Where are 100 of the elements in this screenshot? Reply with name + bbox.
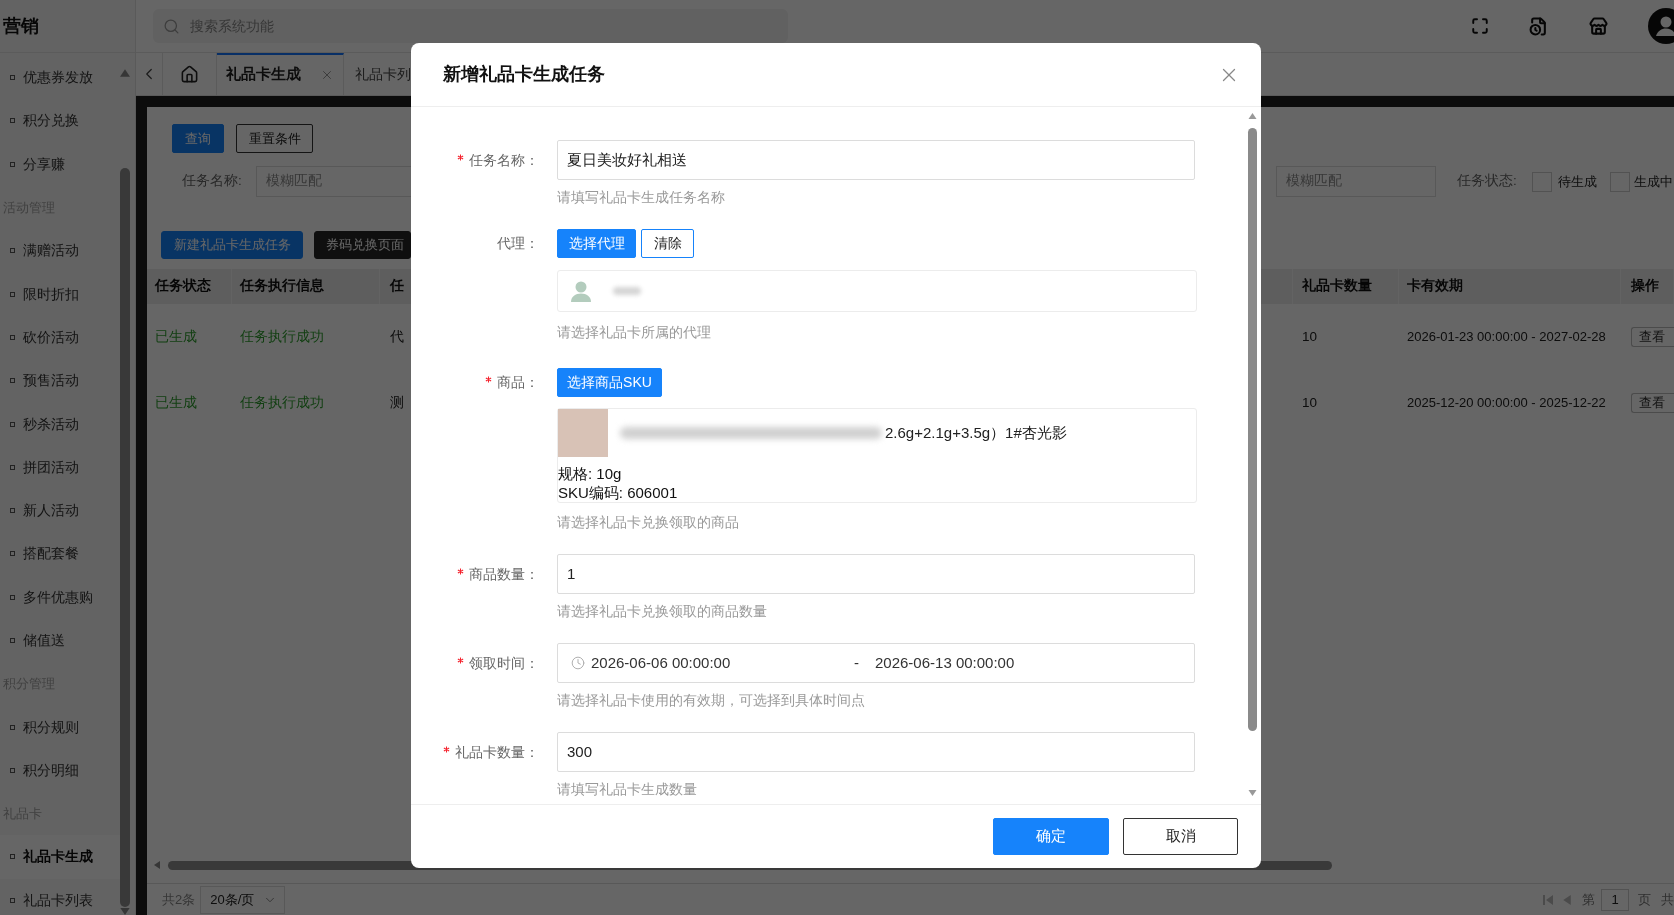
sidebar-item[interactable]: 多件优惠购 bbox=[0, 575, 120, 619]
store-icon[interactable] bbox=[1589, 16, 1608, 36]
table-cell-text: 任务执行成功 bbox=[240, 393, 324, 412]
table-cell-text: 已生成 bbox=[155, 327, 197, 346]
select-agent-button[interactable]: 选择代理 bbox=[557, 229, 636, 258]
cancel-button[interactable]: 取消 bbox=[1123, 818, 1238, 855]
sidebar-item[interactable]: 积分明细 bbox=[0, 748, 120, 793]
bullet-icon bbox=[10, 75, 15, 81]
bullet-icon bbox=[10, 508, 15, 514]
close-icon[interactable] bbox=[320, 68, 334, 82]
home-icon bbox=[180, 64, 199, 84]
field-label: 任务名称： bbox=[469, 150, 539, 170]
sidebar-item[interactable]: 秒杀活动 bbox=[0, 402, 120, 446]
bullet-icon bbox=[10, 291, 15, 297]
fullscreen-icon[interactable] bbox=[1471, 17, 1489, 35]
redeem-page-button[interactable]: 券码兑换页面 bbox=[314, 231, 411, 259]
bullet-icon bbox=[10, 551, 15, 557]
sidebar-item[interactable]: 砍价活动 bbox=[0, 315, 120, 360]
tab[interactable]: 礼品卡列 bbox=[344, 53, 411, 95]
bullet-icon bbox=[10, 767, 15, 773]
table-cell-text: 任务执行成功 bbox=[240, 327, 324, 346]
bullet-icon bbox=[10, 724, 15, 730]
document-icon[interactable] bbox=[1529, 16, 1548, 36]
text-input[interactable]: 1 bbox=[557, 554, 1195, 594]
create-task-button[interactable]: 新建礼品卡生成任务 bbox=[161, 231, 303, 259]
sidebar-item[interactable]: 搭配套餐 bbox=[0, 532, 120, 576]
sidebar-item[interactable]: 限时折扣 bbox=[0, 272, 120, 316]
help-text: 请选择礼品卡兑换领取的商品数量 bbox=[557, 603, 767, 621]
page-size-select[interactable]: 20条/页 bbox=[200, 885, 286, 914]
sidebar-item[interactable]: 礼品卡列表 bbox=[0, 878, 120, 915]
table-cell-text: 2026-01-23 00:00:00 - 2027-02-28 bbox=[1407, 328, 1606, 347]
scroll-left-icon[interactable] bbox=[154, 861, 160, 869]
bullet-icon bbox=[10, 464, 15, 470]
sidebar-item[interactable]: 新人活动 bbox=[0, 488, 120, 533]
bullet-icon bbox=[10, 248, 15, 254]
clear-button[interactable]: 清除 bbox=[641, 229, 694, 258]
field-label: 商品： bbox=[497, 373, 539, 392]
product-photo-placeholder bbox=[558, 409, 608, 457]
select-sku-button[interactable]: 选择商品SKU bbox=[557, 368, 662, 397]
bullet-icon bbox=[10, 161, 15, 167]
filter-label: 任务状态: bbox=[1457, 172, 1518, 191]
query-button[interactable]: 查询 bbox=[172, 124, 224, 153]
column-header: 礼品卡数量 bbox=[1302, 277, 1372, 296]
view-button[interactable]: 查看 bbox=[1631, 393, 1674, 413]
scrollbar-thumb[interactable] bbox=[120, 168, 130, 907]
checkbox-label: 生成中 bbox=[1634, 172, 1673, 191]
sidebar-item[interactable]: 积分兑换 bbox=[0, 99, 120, 143]
dialog-title: 新增礼品卡生成任务 bbox=[443, 63, 605, 86]
sidebar-item[interactable]: 满赠活动 bbox=[0, 229, 120, 273]
date-range-field[interactable]: 2026-06-06 00:00:00 - 2026-06-13 00:00:00 bbox=[557, 643, 1195, 683]
column-header: 卡有效期 bbox=[1407, 277, 1463, 296]
bullet-icon bbox=[10, 334, 15, 340]
product-spec: 规格: 10g bbox=[558, 464, 622, 483]
search-icon bbox=[163, 17, 180, 35]
help-text: 请选择礼品卡使用的有效期，可选择到具体时间点 bbox=[557, 692, 865, 710]
text-input[interactable]: 夏日美妆好礼相送 bbox=[557, 140, 1195, 180]
field-label: 商品数量： bbox=[469, 564, 539, 584]
sidebar-item[interactable]: 预售活动 bbox=[0, 359, 120, 403]
scroll-down-icon[interactable] bbox=[1247, 790, 1257, 796]
bullet-icon bbox=[10, 897, 15, 903]
column-header: 任务执行信息 bbox=[240, 277, 324, 296]
help-text: 请选择礼品卡兑换领取的商品 bbox=[557, 514, 739, 532]
first-page-icon[interactable] bbox=[1543, 894, 1553, 905]
bullet-icon bbox=[10, 638, 15, 643]
bullet-icon bbox=[10, 594, 15, 600]
sidebar-item[interactable]: 分享赚 bbox=[0, 142, 120, 186]
table-cell-text: 代 bbox=[390, 327, 404, 346]
clock-icon bbox=[571, 656, 585, 670]
avatar-icon[interactable] bbox=[1648, 8, 1674, 44]
table-cell-text: 10 bbox=[1302, 393, 1318, 412]
bullet-icon bbox=[10, 854, 15, 860]
column-header: 操作 bbox=[1631, 277, 1659, 296]
field-label: 领取时间： bbox=[469, 653, 539, 673]
table-cell-text: 已生成 bbox=[155, 393, 197, 412]
sidebar-item[interactable]: 拼团活动 bbox=[0, 445, 120, 489]
help-text: 请填写礼品卡生成任务名称 bbox=[557, 189, 725, 207]
page-input[interactable]: 1 bbox=[1601, 888, 1629, 911]
bullet-icon bbox=[10, 118, 15, 124]
sidebar-item[interactable]: 优惠券发放 bbox=[0, 56, 120, 100]
text-input[interactable]: 300 bbox=[557, 732, 1195, 772]
bullet-icon bbox=[10, 421, 15, 427]
scroll-up-icon[interactable] bbox=[1247, 113, 1257, 119]
scroll-up-icon[interactable] bbox=[120, 69, 130, 77]
reset-button[interactable]: 重置条件 bbox=[236, 124, 313, 153]
bullet-icon bbox=[10, 378, 15, 384]
sidebar-item[interactable]: 储值送 bbox=[0, 618, 120, 663]
product-name: 2.6g+2.1g+3.5g）1#杏光影 bbox=[885, 422, 1067, 443]
table-cell-text: 测 bbox=[390, 393, 404, 412]
help-text: 请选择礼品卡所属的代理 bbox=[557, 324, 711, 342]
help-text: 请填写礼品卡生成数量 bbox=[557, 781, 697, 799]
product-sku: SKU编码: 606001 bbox=[558, 483, 678, 502]
sidebar-item[interactable]: 积分规则 bbox=[0, 705, 120, 749]
view-button[interactable]: 查看 bbox=[1631, 327, 1674, 347]
column-header: 任务状态 bbox=[155, 277, 211, 296]
confirm-button[interactable]: 确定 bbox=[993, 818, 1109, 855]
app-title: 营销 bbox=[3, 14, 39, 38]
previous-page-icon[interactable] bbox=[1563, 894, 1571, 905]
table-cell-text: 10 bbox=[1302, 327, 1318, 346]
field-label: 礼品卡数量： bbox=[455, 742, 539, 762]
scrollbar-thumb[interactable] bbox=[1247, 128, 1257, 731]
